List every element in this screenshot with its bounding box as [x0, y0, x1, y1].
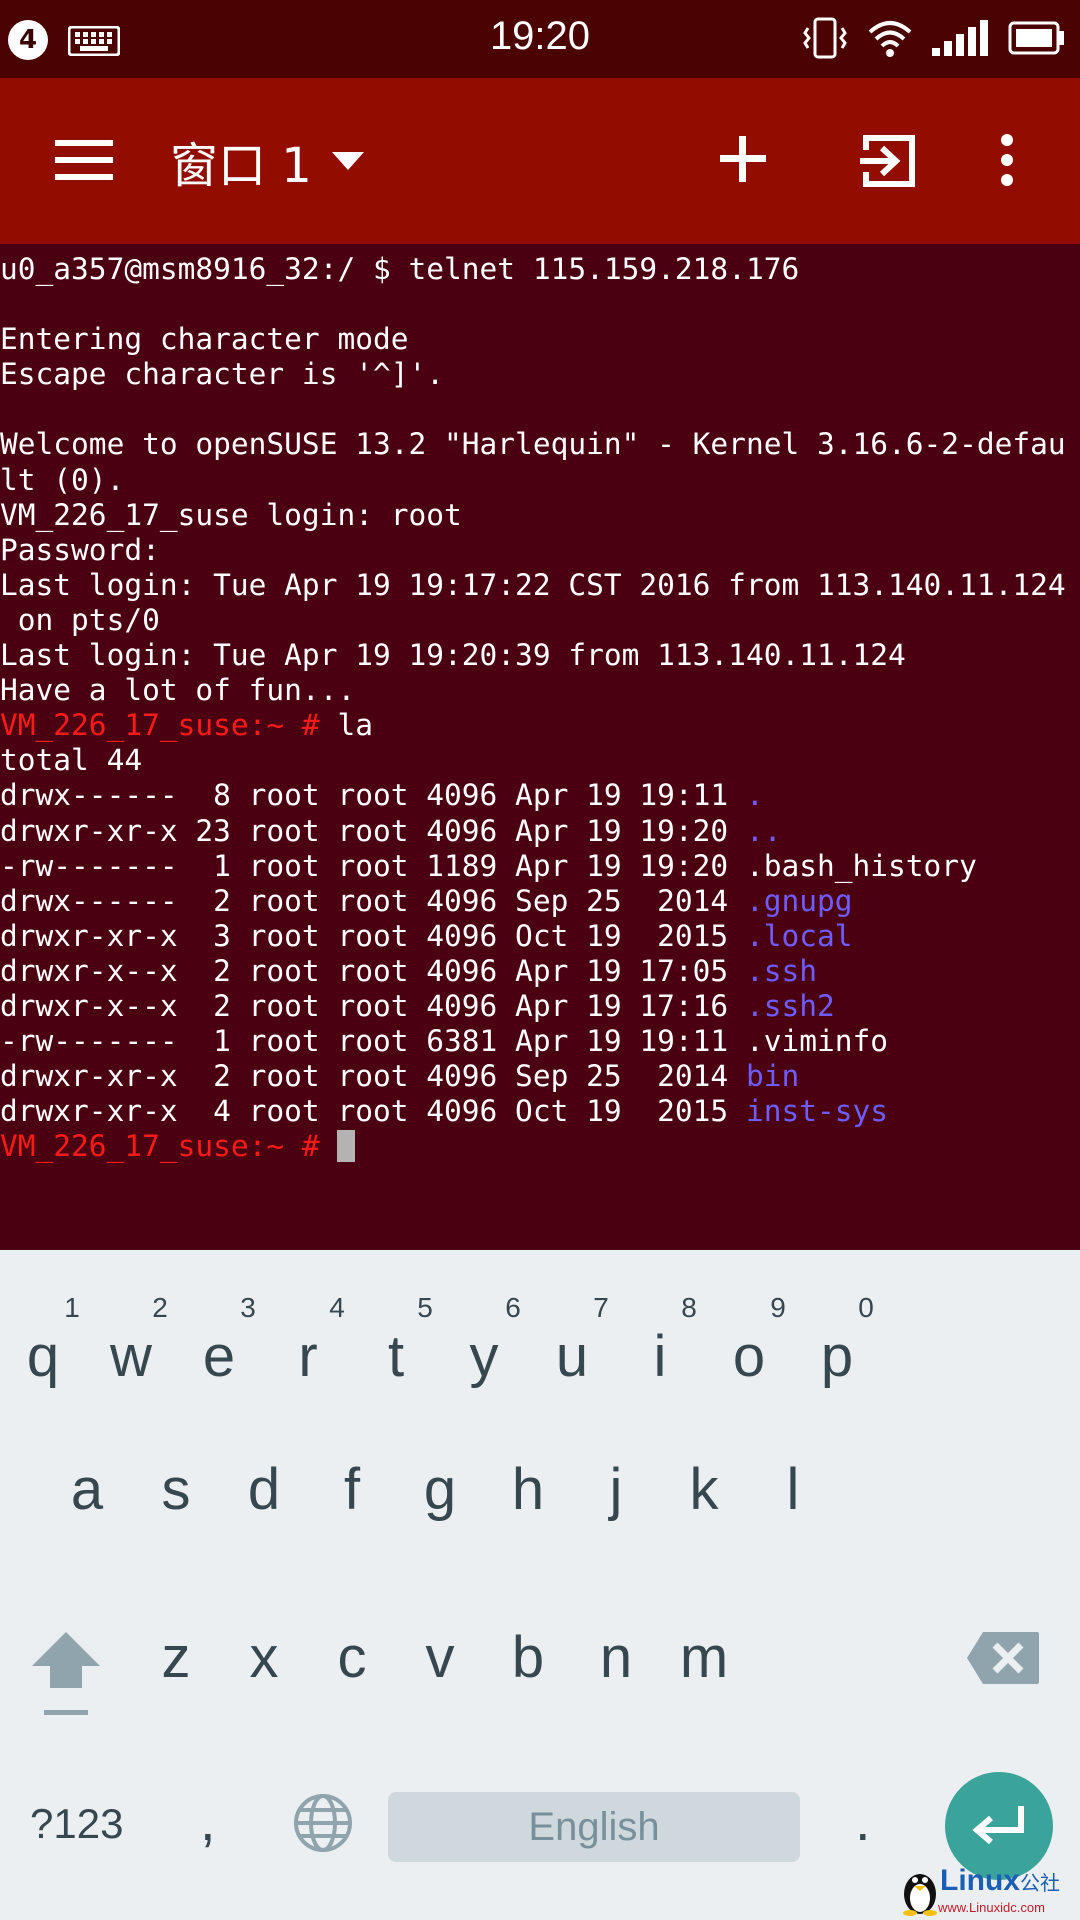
dropdown-arrow-icon [331, 152, 364, 174]
terminal-line: drwxr-x--x 2 root root 4096 Apr 19 17:16… [0, 989, 1080, 1024]
enter-icon [972, 1806, 1024, 1845]
key-label: l [786, 1457, 800, 1522]
clock: 19:20 [489, 14, 591, 58]
terminal-line: Password: [0, 533, 1080, 568]
comma-key[interactable]: , [200, 1788, 216, 1853]
terminal-line: on pts/0 [0, 603, 1080, 638]
terminal-line: Have a lot of fun... [0, 673, 1080, 708]
backspace-key[interactable] [965, 1630, 1041, 1690]
battery-icon [1008, 20, 1066, 60]
line-text: -rw------- 1 root root 6381 Apr 19 19:11… [0, 1024, 889, 1059]
watermark-url: www.Linuxidc.com [938, 1900, 1045, 1915]
window-label: 窗口 1 [170, 138, 312, 194]
terminal-line: drwxr-x--x 2 root root 4096 Apr 19 17:05… [0, 954, 1080, 989]
directory-name: .. [745, 813, 782, 848]
signal-icon [930, 18, 990, 62]
line-text: Last login: Tue Apr 19 19:20:39 from 113… [0, 638, 906, 673]
watermark-title: Linux公社 [940, 1864, 1060, 1897]
more-options-icon[interactable] [1000, 134, 1014, 190]
directory-name: .gnupg [745, 883, 853, 918]
line-text: drwx------ 2 root root 4096 Sep 25 2014 [0, 883, 746, 918]
terminal-line: drwxr-xr-x 23 root root 4096 Apr 19 19:2… [0, 814, 1080, 849]
key-p[interactable]: 0p [783, 1292, 891, 1420]
menu-icon[interactable] [55, 138, 113, 186]
line-text: Welcome to openSUSE 13.2 "Harlequin" - K… [0, 427, 1066, 462]
period-key[interactable]: . [855, 1788, 871, 1853]
directory-name: inst-sys [745, 1094, 889, 1129]
line-text: u0_a357@msm8916_32:/ $ telnet 115.159.21… [0, 252, 800, 286]
terminal-line: VM_226_17_suse:~ # la [0, 708, 1080, 743]
key-m[interactable]: m [650, 1625, 758, 1740]
line-text: drwx------ 8 root root 4096 Apr 19 19:11 [0, 778, 746, 813]
line-text: on pts/0 [0, 602, 160, 637]
app-bar: 窗口 1 [0, 78, 1080, 244]
directory-name: .ssh2 [745, 988, 835, 1023]
line-text [320, 1129, 338, 1163]
line-text: drwxr-xr-x 2 root root 4096 Sep 25 2014 [0, 1059, 746, 1094]
terminal-line: lt (0). [0, 463, 1080, 498]
terminal-line: Welcome to openSUSE 13.2 "Harlequin" - K… [0, 427, 1080, 462]
terminal-line: u0_a357@msm8916_32:/ $ telnet 115.159.21… [0, 252, 1080, 287]
vibrate-icon [802, 16, 848, 66]
shell-prompt: VM_226_17_suse:~ # [0, 708, 320, 743]
space-bar[interactable]: English [388, 1792, 800, 1862]
terminal-line: Entering character mode [0, 322, 1080, 357]
line-text: Escape character is '^]'. [0, 357, 445, 392]
soft-keyboard: 1q2w3e4r5t6y7u8i9o0p asdfghjkl zxcvbnm ?… [0, 1250, 1080, 1920]
globe-icon[interactable] [293, 1793, 353, 1857]
line-text: Have a lot of fun... [0, 673, 356, 708]
wifi-icon [866, 18, 914, 64]
terminal-line: drwxr-xr-x 3 root root 4096 Oct 19 2015 … [0, 919, 1080, 954]
terminal-line: Escape character is '^]'. [0, 357, 1080, 392]
key-label: m [679, 1625, 729, 1690]
status-bar: 4 19:20 [0, 0, 1080, 78]
line-text: drwxr-xr-x 4 root root 4096 Oct 19 2015 [0, 1094, 746, 1129]
penguin-logo-icon [900, 1874, 940, 1920]
line-text: drwxr-xr-x 3 root root 4096 Oct 19 2015 [0, 918, 746, 953]
line-text: VM_226_17_suse login: root [0, 497, 462, 532]
terminal-line: VM_226_17_suse login: root [0, 498, 1080, 533]
terminal-line: VM_226_17_suse:~ # [0, 1129, 1080, 1164]
directory-name: .local [745, 918, 853, 953]
shift-key[interactable] [30, 1630, 102, 1724]
line-text: drwxr-x--x 2 root root 4096 Apr 19 17:05 [0, 953, 746, 988]
window-selector[interactable]: 窗口 1 [170, 128, 364, 194]
directory-name: .ssh [745, 953, 817, 988]
exit-icon[interactable] [860, 134, 916, 192]
directory-name: bin [745, 1059, 800, 1094]
key-l[interactable]: l [739, 1457, 847, 1575]
add-icon[interactable] [718, 134, 768, 188]
symbols-key[interactable]: ?123 [30, 1800, 123, 1848]
line-text: total 44 [0, 743, 143, 778]
line-text: Password: [0, 532, 160, 567]
directory-name: . [745, 778, 764, 813]
line-text: -rw------- 1 root root 1189 Apr 19 19:20… [0, 848, 977, 883]
line-text: lt (0). [0, 462, 125, 497]
terminal-line: total 44 [0, 743, 1080, 778]
terminal-line: drwxr-xr-x 4 root root 4096 Oct 19 2015 … [0, 1094, 1080, 1129]
terminal-line: drwx------ 2 root root 4096 Sep 25 2014 … [0, 884, 1080, 919]
terminal-line: Last login: Tue Apr 19 19:20:39 from 113… [0, 638, 1080, 673]
terminal-line: drwx------ 8 root root 4096 Apr 19 19:11… [0, 778, 1080, 813]
text-cursor [337, 1130, 356, 1163]
shell-prompt: VM_226_17_suse:~ # [0, 1129, 320, 1164]
key-hint: 0 [858, 1292, 874, 1323]
line-text: Last login: Tue Apr 19 19:17:22 CST 2016… [0, 567, 1066, 602]
terminal-line: -rw------- 1 root root 6381 Apr 19 19:11… [0, 1024, 1080, 1059]
terminal-output[interactable]: u0_a357@msm8916_32:/ $ telnet 115.159.21… [0, 244, 1080, 1250]
terminal-line: -rw------- 1 root root 1189 Apr 19 19:20… [0, 849, 1080, 884]
watermark: Linux公社 www.Linuxidc.com [900, 1864, 1060, 1920]
line-text: Entering character mode [0, 322, 409, 357]
line-text: la [319, 708, 373, 743]
line-text: drwxr-x--x 2 root root 4096 Apr 19 17:16 [0, 988, 746, 1023]
key-label: p [820, 1324, 854, 1389]
line-text: drwxr-xr-x 23 root root 4096 Apr 19 19:2… [0, 813, 746, 848]
terminal-lines: u0_a357@msm8916_32:/ $ telnet 115.159.21… [0, 244, 1080, 1164]
terminal-line: Last login: Tue Apr 19 19:17:22 CST 2016… [0, 568, 1080, 603]
terminal-line: drwxr-xr-x 2 root root 4096 Sep 25 2014 … [0, 1059, 1080, 1094]
